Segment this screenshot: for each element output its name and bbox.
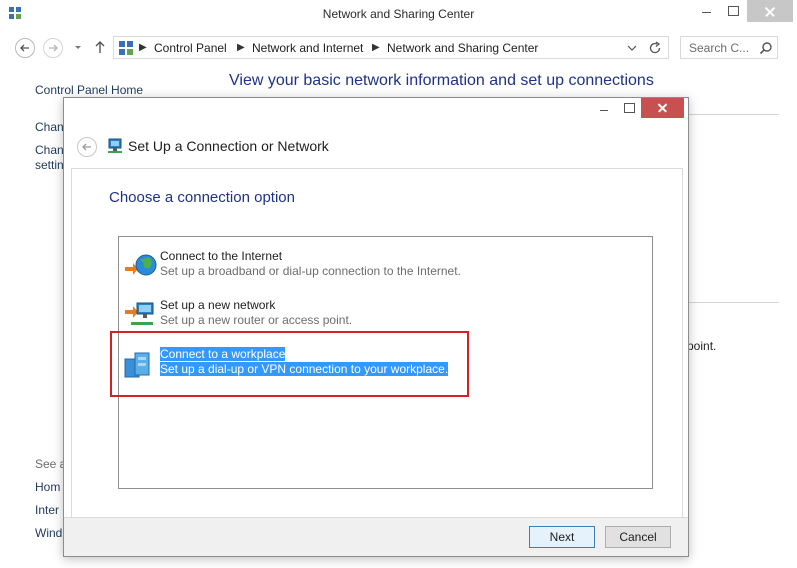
breadcrumb-network-and-internet[interactable]: Network and Internet <box>252 41 363 55</box>
sidebar-link[interactable]: Chan <box>35 143 63 157</box>
see-also-link[interactable]: Inter <box>35 503 63 517</box>
refresh-icon[interactable] <box>647 40 663 56</box>
address-dropdown-chevron-icon[interactable] <box>627 43 637 53</box>
breadcrumb-separator-icon: ▶ <box>237 42 245 53</box>
navigation-bar: ▶ Control Panel ▶ Network and Internet ▶… <box>0 30 797 66</box>
dialog-heading: Choose a connection option <box>109 189 295 206</box>
new-network-icon <box>125 302 154 325</box>
window-titlebar: Network and Sharing Center <box>0 0 797 30</box>
up-arrow-icon[interactable] <box>93 39 107 55</box>
address-bar[interactable]: ▶ Control Panel ▶ Network and Internet ▶… <box>113 36 669 59</box>
window-title: Network and Sharing Center <box>322 7 475 21</box>
control-panel-icon <box>119 41 133 55</box>
sidebar-link[interactable]: Chan <box>35 120 63 134</box>
highlight-annotation-box <box>110 331 469 397</box>
network-setup-icon <box>108 138 122 153</box>
forward-button[interactable] <box>43 38 63 58</box>
dialog-back-button[interactable] <box>77 137 97 157</box>
page-title: View your basic network information and … <box>229 72 654 89</box>
back-button[interactable] <box>15 38 35 58</box>
search-icon[interactable] <box>759 41 773 55</box>
window-maximize-button[interactable] <box>720 0 746 22</box>
cancel-button[interactable]: Cancel <box>605 526 671 548</box>
sidebar-link[interactable]: settin <box>35 158 63 172</box>
breadcrumb-separator-icon: ▶ <box>139 42 147 53</box>
window-minimize-button[interactable] <box>693 0 719 22</box>
see-also-link[interactable]: Hom <box>35 480 63 494</box>
breadcrumb-network-and-sharing-center[interactable]: Network and Sharing Center <box>387 41 538 55</box>
option-title: Set up a new network <box>160 298 276 312</box>
back-arrow-icon <box>20 44 29 52</box>
see-also-link[interactable]: Wind <box>35 526 63 540</box>
breadcrumb-control-panel[interactable]: Control Panel <box>154 41 227 55</box>
search-placeholder: Search C... <box>689 41 750 55</box>
window-close-button[interactable] <box>747 0 793 22</box>
dialog-close-button[interactable] <box>641 98 684 118</box>
dialog-title: Set Up a Connection or Network <box>128 138 329 154</box>
internet-globe-icon <box>125 254 157 276</box>
search-input[interactable]: Search C... <box>680 36 778 59</box>
setup-connection-dialog: Set Up a Connection or Network Choose a … <box>63 97 689 557</box>
next-button[interactable]: Next <box>529 526 595 548</box>
breadcrumb-separator-icon: ▶ <box>372 42 380 53</box>
option-connect-to-internet[interactable]: Connect to the Internet Set up a broadba… <box>123 243 643 283</box>
option-set-up-new-network[interactable]: Set up a new network Set up a new router… <box>123 292 643 332</box>
divider <box>687 302 779 303</box>
dialog-minimize-button[interactable] <box>594 100 614 118</box>
background-text-fragment: point. <box>687 339 717 353</box>
see-also-heading: See a <box>35 457 63 471</box>
control-panel-home-link[interactable]: Control Panel Home <box>35 83 143 97</box>
option-description: Set up a new router or access point. <box>160 313 353 327</box>
divider <box>687 114 779 115</box>
option-description: Set up a broadband or dial-up connection… <box>160 264 461 278</box>
dialog-maximize-button[interactable] <box>619 100 639 118</box>
recent-locations-chevron-icon[interactable] <box>72 41 84 53</box>
dialog-footer: Next Cancel <box>64 517 688 556</box>
option-title: Connect to the Internet <box>160 249 283 263</box>
back-arrow-icon <box>82 143 91 151</box>
forward-arrow-icon <box>49 44 58 52</box>
